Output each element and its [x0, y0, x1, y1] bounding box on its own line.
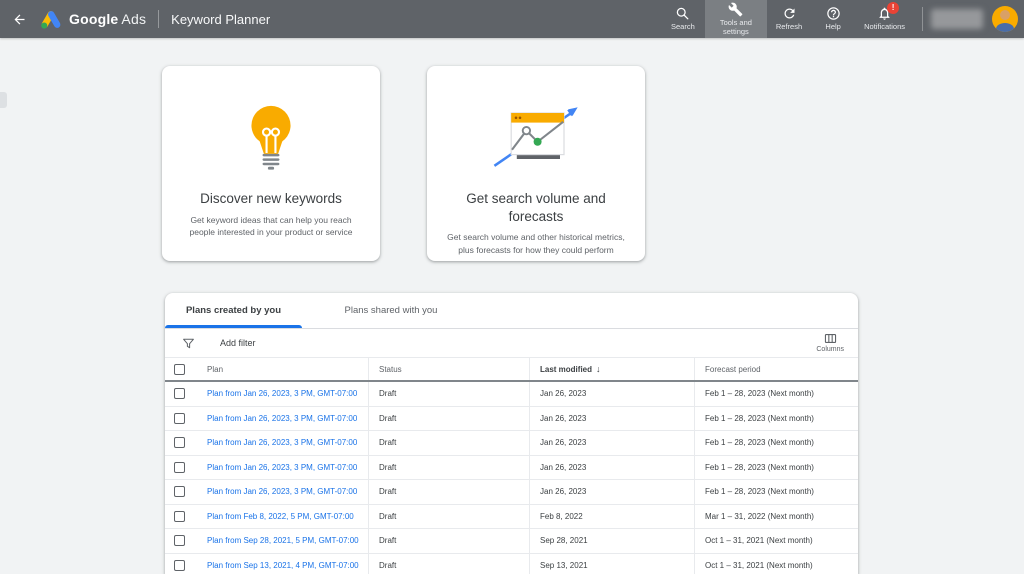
table-row: Plan from Feb 8, 2022, 5 PM, GMT-07:00 D…	[165, 505, 858, 530]
header-checkbox[interactable]	[174, 364, 185, 375]
last-modified-cell: Feb 8, 2022	[529, 505, 694, 529]
account-name-redacted	[931, 9, 983, 29]
notification-badge: !	[887, 2, 899, 14]
search-icon	[675, 6, 690, 21]
plan-link[interactable]: Plan from Jan 26, 2023, 3 PM, GMT-07:00	[207, 487, 357, 496]
status-cell: Draft	[368, 382, 529, 406]
status-cell: Draft	[368, 480, 529, 504]
topbar: GoogleAds Keyword Planner Search Tools a…	[0, 0, 1024, 38]
discover-keywords-card[interactable]: Discover new keywords Get keyword ideas …	[162, 66, 380, 261]
search-volume-forecasts-card[interactable]: Get search volume and forecasts Get sear…	[427, 66, 645, 261]
notifications-button[interactable]: ! Notifications	[855, 0, 914, 38]
status-cell: Draft	[368, 505, 529, 529]
table-header-row: Plan Status Last modified ↓ Forecast per…	[165, 358, 858, 382]
refresh-button[interactable]: Refresh	[767, 0, 811, 38]
table-row: Plan from Jan 26, 2023, 3 PM, GMT-07:00 …	[165, 431, 858, 456]
tools-and-settings-button[interactable]: Tools and settings	[705, 0, 767, 38]
plan-link[interactable]: Plan from Jan 26, 2023, 3 PM, GMT-07:00	[207, 414, 357, 423]
table-row: Plan from Sep 28, 2021, 5 PM, GMT-07:00 …	[165, 529, 858, 554]
plan-link[interactable]: Plan from Jan 26, 2023, 3 PM, GMT-07:00	[207, 463, 357, 472]
last-modified-cell: Jan 26, 2023	[529, 431, 694, 455]
table-row: Plan from Jan 26, 2023, 3 PM, GMT-07:00 …	[165, 382, 858, 407]
row-checkbox[interactable]	[174, 388, 185, 399]
filter-funnel-icon	[182, 337, 195, 350]
table-row: Plan from Jan 26, 2023, 3 PM, GMT-07:00 …	[165, 480, 858, 505]
last-modified-cell: Jan 26, 2023	[529, 382, 694, 406]
help-button[interactable]: Help	[811, 0, 855, 38]
back-arrow-icon	[12, 12, 27, 27]
tab-plans-created-by-you[interactable]: Plans created by you	[165, 293, 302, 328]
table-row: Plan from Sep 13, 2021, 4 PM, GMT-07:00 …	[165, 554, 858, 574]
header-status[interactable]: Status	[368, 358, 529, 380]
row-checkbox[interactable]	[174, 486, 185, 497]
forecast-chart-icon	[488, 103, 584, 171]
forecast-period-cell: Feb 1 – 28, 2023 (Next month)	[694, 456, 858, 480]
tab-plans-shared-with-you[interactable]: Plans shared with you	[302, 293, 480, 328]
wrench-icon	[728, 2, 743, 17]
page-title: Keyword Planner	[171, 12, 270, 27]
row-checkbox[interactable]	[174, 462, 185, 473]
forecast-period-cell: Oct 1 – 31, 2021 (Next month)	[694, 554, 858, 574]
status-cell: Draft	[368, 456, 529, 480]
lightbulb-icon	[239, 102, 303, 172]
header-plan[interactable]: Plan	[195, 358, 368, 380]
card-description: Get keyword ideas that can help you reac…	[162, 214, 380, 240]
columns-icon	[824, 332, 837, 345]
product-name: GoogleAds	[69, 11, 146, 27]
row-checkbox[interactable]	[174, 560, 185, 571]
last-modified-cell: Jan 26, 2023	[529, 407, 694, 431]
forecast-period-cell: Oct 1 – 31, 2021 (Next month)	[694, 529, 858, 553]
avatar-person	[1000, 10, 1010, 20]
account-divider	[922, 7, 923, 31]
row-checkbox[interactable]	[174, 511, 185, 522]
filter-bar: Add filter Columns	[165, 329, 858, 358]
edge-panel-handle	[0, 92, 7, 108]
card-title: Discover new keywords	[186, 190, 356, 208]
forecast-period-cell: Feb 1 – 28, 2023 (Next month)	[694, 382, 858, 406]
last-modified-cell: Jan 26, 2023	[529, 480, 694, 504]
forecast-period-cell: Feb 1 – 28, 2023 (Next month)	[694, 407, 858, 431]
plan-link[interactable]: Plan from Sep 28, 2021, 5 PM, GMT-07:00	[207, 536, 359, 545]
forecast-period-cell: Feb 1 – 28, 2023 (Next month)	[694, 431, 858, 455]
search-button[interactable]: Search	[661, 0, 705, 38]
refresh-icon	[782, 6, 797, 21]
card-description: Get search volume and other historical m…	[427, 231, 645, 257]
row-checkbox[interactable]	[174, 437, 185, 448]
status-cell: Draft	[368, 407, 529, 431]
card-title: Get search volume and forecasts	[427, 190, 645, 225]
row-checkbox[interactable]	[174, 535, 185, 546]
last-modified-cell: Jan 26, 2023	[529, 456, 694, 480]
last-modified-cell: Sep 28, 2021	[529, 529, 694, 553]
status-cell: Draft	[368, 431, 529, 455]
last-modified-cell: Sep 13, 2021	[529, 554, 694, 574]
topbar-actions: Search Tools and settings Refresh Help !…	[661, 0, 914, 38]
header-forecast-period[interactable]: Forecast period	[694, 358, 858, 380]
table-row: Plan from Jan 26, 2023, 3 PM, GMT-07:00 …	[165, 407, 858, 432]
topbar-divider	[158, 10, 159, 28]
sort-descending-icon: ↓	[596, 364, 601, 374]
google-ads-logo-icon	[40, 9, 62, 30]
plan-link[interactable]: Plan from Jan 26, 2023, 3 PM, GMT-07:00	[207, 389, 357, 398]
forecast-period-cell: Feb 1 – 28, 2023 (Next month)	[694, 480, 858, 504]
columns-button[interactable]: Columns	[812, 330, 848, 355]
help-icon	[826, 6, 841, 21]
plans-table-body: Plan from Jan 26, 2023, 3 PM, GMT-07:00 …	[165, 382, 858, 574]
row-checkbox[interactable]	[174, 413, 185, 424]
forecast-period-cell: Mar 1 – 31, 2022 (Next month)	[694, 505, 858, 529]
header-last-modified[interactable]: Last modified ↓	[529, 358, 694, 380]
plans-panel: Plans created by you Plans shared with y…	[165, 293, 858, 574]
back-button[interactable]	[0, 0, 38, 38]
table-row: Plan from Jan 26, 2023, 3 PM, GMT-07:00 …	[165, 456, 858, 481]
add-filter-button[interactable]: Add filter	[220, 338, 256, 348]
status-cell: Draft	[368, 529, 529, 553]
plan-link[interactable]: Plan from Feb 8, 2022, 5 PM, GMT-07:00	[207, 512, 354, 521]
plan-link[interactable]: Plan from Sep 13, 2021, 4 PM, GMT-07:00	[207, 561, 359, 570]
plan-link[interactable]: Plan from Jan 26, 2023, 3 PM, GMT-07:00	[207, 438, 357, 447]
status-cell: Draft	[368, 554, 529, 574]
account-avatar[interactable]	[992, 6, 1018, 32]
plans-tabs: Plans created by you Plans shared with y…	[165, 293, 858, 329]
